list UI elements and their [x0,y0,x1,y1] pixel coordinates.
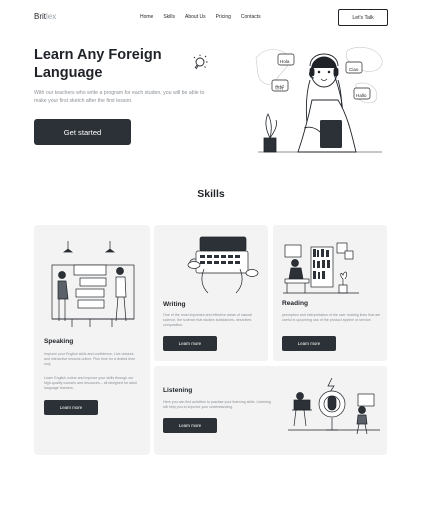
logo-light: lex [46,12,57,21]
speaking-card: Speaking Improve your English skills and… [34,225,150,455]
skills-title: Skills [197,188,225,200]
writing-title: Writing [163,301,186,308]
speaking-illustration [51,241,135,327]
speaking-text-1: Improve your English skills and confiden… [44,352,136,367]
listening-learn-more-button[interactable]: Learn more [163,418,217,433]
listening-card: Listening Here you can find activities t… [154,366,387,455]
nav-link-pricing[interactable]: Pricing [216,14,231,20]
logo[interactable]: Britlex [34,12,56,21]
nav-link-skills[interactable]: Skills [163,14,175,20]
bubble-hola: Hola [280,59,290,64]
logo-bold: Brit [34,12,46,21]
speaking-text-2: Learn English online and improve your sk… [44,376,137,391]
listening-text: Here you can find activities to practise… [163,400,271,410]
speaking-title: Speaking [44,338,74,345]
reading-text: perception and interpretation of the use… [282,313,381,323]
reading-card: Reading perception and interpretation of… [273,225,387,361]
hero-illustration: Hola Ciao Hallo 你好 [255,47,383,153]
listening-title: Listening [163,387,193,394]
bubble-hallo: Hallo [356,93,367,98]
nav-link-contacts[interactable]: Contacts [241,14,261,20]
lets-talk-button[interactable]: Let's Talk [338,9,388,26]
reading-illustration [283,242,359,294]
writing-learn-more-button[interactable]: Learn more [163,336,217,351]
writing-text: One of the most important and effective … [163,313,252,328]
hero-title: Learn Any Foreign Language [34,47,162,81]
get-started-button[interactable]: Get started [34,119,131,145]
listening-illustration [288,378,380,435]
reading-title: Reading [282,300,309,307]
reading-learn-more-button[interactable]: Learn more [282,336,336,351]
top-nav: Britlex Home Skills About Us Pricing Con… [0,0,422,36]
bubble-chinese: 你好 [275,84,285,91]
bubble-ciao: Ciao [349,67,359,72]
hero-subtitle: With our teachers who write a program fo… [34,90,205,104]
nav-menu: Home Skills About Us Pricing Contacts [140,14,271,20]
nav-link-home[interactable]: Home [140,14,153,20]
writing-card: Writing One of the most important and ef… [154,225,268,361]
writing-illustration [187,236,259,294]
lightbulb-icon [193,54,208,70]
speaking-learn-more-button[interactable]: Learn more [44,400,98,415]
nav-link-about-us[interactable]: About Us [185,14,206,20]
